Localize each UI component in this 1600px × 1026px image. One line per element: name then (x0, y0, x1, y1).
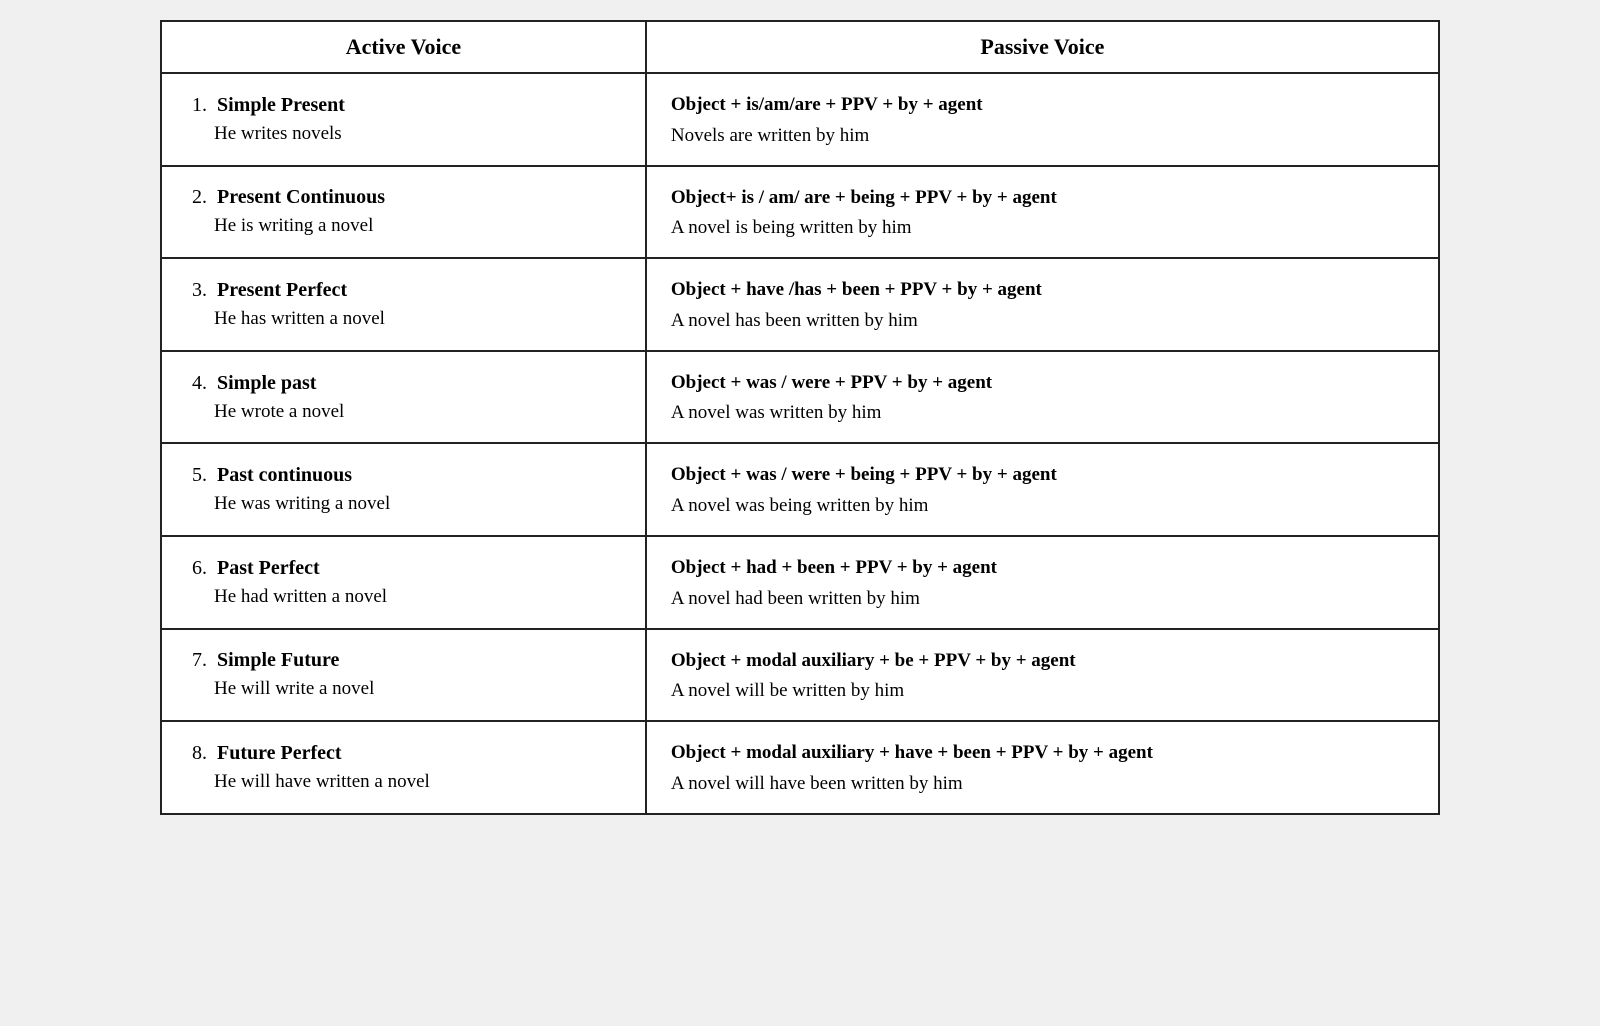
passive-formula-6: Object + had + been + PPV + by + agent (671, 555, 1414, 582)
active-cell-8: 8. Future Perfect He will have written a… (162, 722, 647, 813)
active-voice-header: Active Voice (162, 22, 647, 72)
row-number-1: 1. (192, 94, 207, 117)
passive-formula-8: Object + modal auxiliary + have + been +… (671, 740, 1414, 767)
tense-label-3: Present Perfect (217, 279, 347, 302)
tense-label-8: Future Perfect (217, 742, 342, 765)
tense-label-7: Simple Future (217, 649, 339, 672)
row-number-2: 2. (192, 186, 207, 209)
active-cell-4: 4. Simple past He wrote a novel (162, 352, 647, 443)
active-cell-6: 6. Past Perfect He had written a novel (162, 537, 647, 628)
passive-formula-5: Object + was / were + being + PPV + by +… (671, 462, 1414, 489)
table-row: 3. Present Perfect He has written a nove… (162, 259, 1438, 352)
tense-label-6: Past Perfect (217, 557, 320, 580)
active-example-6: He had written a novel (214, 586, 625, 608)
active-example-5: He was writing a novel (214, 493, 625, 515)
tense-label-4: Simple past (217, 372, 316, 395)
tense-label-5: Past continuous (217, 464, 352, 487)
active-cell-3: 3. Present Perfect He has written a nove… (162, 259, 647, 350)
passive-example-4: A novel was written by him (671, 402, 1414, 424)
table-header: Active Voice Passive Voice (162, 22, 1438, 74)
passive-cell-1: Object + is/am/are + PPV + by + agent No… (647, 74, 1438, 165)
row-number-6: 6. (192, 557, 207, 580)
passive-example-5: A novel was being written by him (671, 495, 1414, 517)
active-cell-7: 7. Simple Future He will write a novel (162, 630, 647, 721)
passive-cell-4: Object + was / were + PPV + by + agent A… (647, 352, 1438, 443)
passive-formula-7: Object + modal auxiliary + be + PPV + by… (671, 648, 1414, 675)
active-cell-1: 1. Simple Present He writes novels (162, 74, 647, 165)
active-example-2: He is writing a novel (214, 215, 625, 237)
tense-label-1: Simple Present (217, 94, 345, 117)
table-row: 5. Past continuous He was writing a nove… (162, 444, 1438, 537)
passive-cell-3: Object + have /has + been + PPV + by + a… (647, 259, 1438, 350)
main-table: Active Voice Passive Voice 1. Simple Pre… (160, 20, 1440, 815)
row-number-8: 8. (192, 742, 207, 765)
passive-example-3: A novel has been written by him (671, 310, 1414, 332)
passive-formula-3: Object + have /has + been + PPV + by + a… (671, 277, 1414, 304)
active-cell-2: 2. Present Continuous He is writing a no… (162, 167, 647, 258)
active-example-7: He will write a novel (214, 678, 625, 700)
passive-example-6: A novel had been written by him (671, 588, 1414, 610)
active-example-8: He will have written a novel (214, 771, 625, 793)
passive-formula-1: Object + is/am/are + PPV + by + agent (671, 92, 1414, 119)
passive-cell-6: Object + had + been + PPV + by + agent A… (647, 537, 1438, 628)
table-row: 2. Present Continuous He is writing a no… (162, 167, 1438, 260)
passive-cell-7: Object + modal auxiliary + be + PPV + by… (647, 630, 1438, 721)
table-body: 1. Simple Present He writes novels Objec… (162, 74, 1438, 813)
row-number-3: 3. (192, 279, 207, 302)
passive-formula-2: Object+ is / am/ are + being + PPV + by … (671, 185, 1414, 212)
passive-example-8: A novel will have been written by him (671, 773, 1414, 795)
passive-voice-header: Passive Voice (647, 22, 1438, 72)
table-row: 7. Simple Future He will write a novel O… (162, 630, 1438, 723)
active-example-4: He wrote a novel (214, 401, 625, 423)
passive-cell-8: Object + modal auxiliary + have + been +… (647, 722, 1438, 813)
passive-example-2: A novel is being written by him (671, 217, 1414, 239)
passive-cell-2: Object+ is / am/ are + being + PPV + by … (647, 167, 1438, 258)
active-example-1: He writes novels (214, 123, 625, 145)
table-row: 1. Simple Present He writes novels Objec… (162, 74, 1438, 167)
row-number-4: 4. (192, 372, 207, 395)
table-row: 4. Simple past He wrote a novel Object +… (162, 352, 1438, 445)
passive-cell-5: Object + was / were + being + PPV + by +… (647, 444, 1438, 535)
passive-example-7: A novel will be written by him (671, 680, 1414, 702)
row-number-5: 5. (192, 464, 207, 487)
active-cell-5: 5. Past continuous He was writing a nove… (162, 444, 647, 535)
tense-label-2: Present Continuous (217, 186, 385, 209)
passive-example-1: Novels are written by him (671, 125, 1414, 147)
passive-formula-4: Object + was / were + PPV + by + agent (671, 370, 1414, 397)
table-row: 6. Past Perfect He had written a novel O… (162, 537, 1438, 630)
table-row: 8. Future Perfect He will have written a… (162, 722, 1438, 813)
row-number-7: 7. (192, 649, 207, 672)
active-example-3: He has written a novel (214, 308, 625, 330)
